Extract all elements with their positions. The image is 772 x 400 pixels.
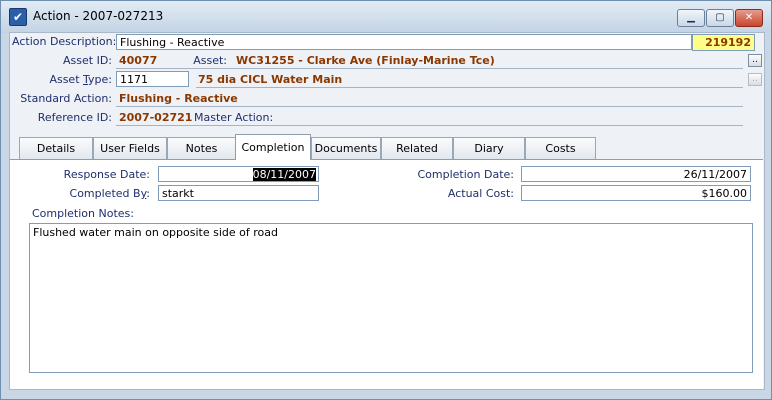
action-window: ✔ Action - 2007-027213 ▁ ▢ ✕ Action Desc… (0, 0, 772, 400)
completion-notes-label: Completion Notes: (32, 207, 134, 220)
tab-notes[interactable]: Notes (167, 137, 236, 159)
completion-notes-textarea[interactable]: Flushed water main on opposite side of r… (29, 223, 753, 373)
asset-type-browse-button[interactable]: .. (748, 73, 762, 86)
asset-value: WC31255 - Clarke Ave (Finlay-Marine Tce) (236, 54, 495, 67)
tab-costs[interactable]: Costs (525, 137, 596, 159)
tab-documents[interactable]: Documents (311, 137, 381, 159)
action-description-label: Action Description: (12, 35, 117, 48)
tab-user-fields[interactable]: User Fields (93, 137, 167, 159)
tab-diary[interactable]: Diary (453, 137, 525, 159)
asset-id-label: Asset ID: (63, 54, 112, 67)
asset-type-field[interactable]: 1171 (116, 71, 189, 87)
response-date-field[interactable]: 08/11/2007 (158, 166, 319, 182)
completion-date-field[interactable]: 26/11/2007 (521, 166, 751, 182)
checkmark-app-icon: ✔ (9, 8, 27, 26)
standard-action-value: Flushing - Reactive (119, 92, 238, 105)
standard-action-label: Standard Action: (20, 92, 112, 105)
minimize-button[interactable]: ▁ (677, 9, 705, 27)
asset-label: Asset: (193, 54, 227, 67)
maximize-button[interactable]: ▢ (706, 9, 734, 27)
title-bar[interactable]: ✔ Action - 2007-027213 ▁ ▢ ✕ (1, 1, 771, 33)
action-form: Action Description: Flushing - Reactive … (9, 32, 765, 390)
close-button[interactable]: ✕ (735, 9, 763, 27)
tab-completion[interactable]: Completion (235, 134, 311, 160)
tab-related-items[interactable]: Related Items (381, 137, 453, 177)
reference-id-label: Reference ID: (37, 111, 112, 124)
master-action-label: Master Action: (194, 111, 274, 124)
action-number-badge: 219192 (692, 34, 755, 51)
asset-type-underline (196, 87, 743, 88)
completed-by-field[interactable]: starkt (158, 185, 319, 201)
actual-cost-label: Actual Cost: (447, 187, 514, 200)
asset-type-description: 75 dia CICL Water Main (198, 73, 343, 86)
asset-browse-button[interactable]: .. (748, 54, 762, 67)
asset-type-label: Asset Type: (49, 73, 112, 86)
reference-id-value: 2007-02721 (119, 111, 193, 124)
completed-by-label: Completed By: (69, 187, 150, 200)
standard-action-underline (116, 106, 743, 107)
response-date-value: 08/11/2007 (252, 168, 316, 181)
tab-details[interactable]: Details (19, 137, 93, 159)
actual-cost-field[interactable]: $160.00 (521, 185, 751, 201)
reference-underline (116, 125, 743, 126)
asset-id-value: 40077 (119, 54, 158, 67)
completion-date-label: Completion Date: (417, 168, 515, 181)
window-title: Action - 2007-027213 (33, 9, 164, 23)
response-date-label: Response Date: (63, 168, 150, 181)
action-description-field[interactable]: Flushing - Reactive (116, 34, 692, 50)
asset-underline (116, 68, 743, 69)
